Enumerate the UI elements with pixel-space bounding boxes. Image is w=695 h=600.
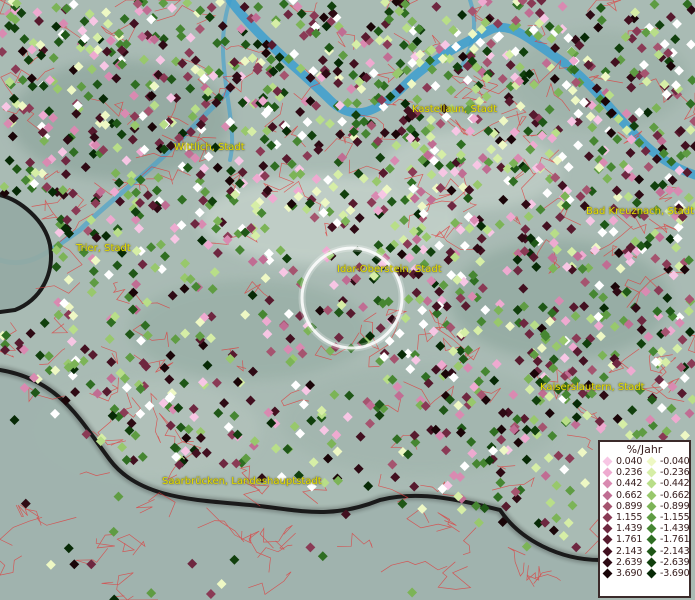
legend-swatch (646, 523, 657, 534)
legend-value: -0.662 (660, 489, 690, 501)
legend-value: -1.155 (660, 512, 690, 524)
legend-value: -0.040 (660, 456, 690, 468)
legend-item: 2.639 (600, 557, 644, 568)
legend-item: -0.899 (644, 500, 690, 512)
legend-value: -2.143 (660, 545, 690, 557)
legend-item: 1.439 (600, 523, 644, 534)
legend-swatch (602, 557, 613, 568)
legend-columns: 0.040 0.236 0.442 0.662 0.899 1.155 1.439 1.761… (600, 456, 690, 579)
legend-value: -0.236 (660, 467, 690, 479)
legend-swatch (646, 490, 657, 501)
legend-swatch (602, 501, 613, 512)
legend-item: 2.143 (600, 546, 644, 557)
map-view[interactable]: Kastellaun, Stadt Wittlich, Stadt Bad Kr… (0, 0, 695, 600)
legend-positive-column: 0.040 0.236 0.442 0.662 0.899 1.155 1.439 1.761… (600, 456, 644, 579)
legend-swatch (602, 512, 613, 523)
legend-item: -0.442 (644, 478, 690, 490)
legend-swatch (646, 546, 657, 557)
legend-item: -0.236 (644, 467, 690, 479)
legend-swatch (646, 479, 657, 489)
legend-swatch (602, 467, 613, 478)
legend-item: 1.155 (600, 512, 644, 523)
legend-swatch (602, 523, 613, 534)
legend-value: 0.236 (616, 467, 643, 479)
legend-swatch (646, 557, 657, 568)
legend-title: %/Jahr (626, 443, 663, 456)
legend-value: 2.143 (616, 545, 643, 557)
legend-swatch (602, 568, 613, 579)
legend-swatch (602, 534, 613, 545)
legend-negative-column: -0.040 -0.236 -0.442 -0.662 -0.899 -1.155 -1.4… (644, 456, 690, 579)
legend-swatch (646, 467, 657, 478)
legend-swatch (602, 490, 613, 501)
legend-item: 3.690 (600, 568, 644, 579)
legend-swatch (602, 456, 613, 467)
legend-value: 2.639 (616, 556, 643, 568)
legend-value: -0.899 (660, 500, 690, 512)
legend-swatch (646, 512, 657, 523)
legend-item: 0.442 (600, 478, 644, 489)
legend-swatch (646, 501, 657, 512)
legend-value: 0.040 (616, 456, 643, 468)
legend-swatch (602, 546, 613, 557)
legend-item: 0.040 (600, 456, 644, 467)
legend-item: -2.639 (644, 556, 690, 568)
legend-value: -2.639 (660, 556, 690, 568)
legend-item: -2.143 (644, 545, 690, 557)
legend-value: 1.439 (616, 523, 643, 535)
legend-value: 0.662 (616, 489, 643, 501)
legend-item: -0.040 (644, 456, 690, 468)
legend-swatch (602, 479, 613, 489)
legend-value: 3.690 (616, 567, 643, 579)
legend-value: -1.761 (660, 534, 690, 546)
legend-item: -0.662 (644, 489, 690, 501)
legend-item: 0.899 (600, 501, 644, 512)
legend-value: -0.442 (660, 478, 690, 490)
legend-value: -1.439 (660, 523, 690, 535)
legend-item: -3.690 (644, 567, 690, 579)
legend-item: 0.236 (600, 467, 644, 478)
legend-item: -1.761 (644, 534, 690, 546)
legend-swatch (646, 534, 657, 545)
legend-swatch (646, 456, 657, 467)
legend-value: 0.442 (616, 478, 643, 490)
legend-value: 1.761 (616, 534, 643, 546)
legend: %/Jahr 0.040 0.236 0.442 0.662 0.899 1.155 1.4… (598, 440, 691, 598)
legend-item: -1.439 (644, 523, 690, 535)
legend-item: 1.761 (600, 534, 644, 545)
legend-item: 0.662 (600, 490, 644, 501)
legend-item: -1.155 (644, 512, 690, 524)
legend-value: 1.155 (616, 512, 643, 524)
terrain-basemap (0, 0, 695, 600)
legend-value: -3.690 (660, 567, 690, 579)
legend-value: 0.899 (616, 500, 643, 512)
legend-swatch (646, 568, 657, 579)
